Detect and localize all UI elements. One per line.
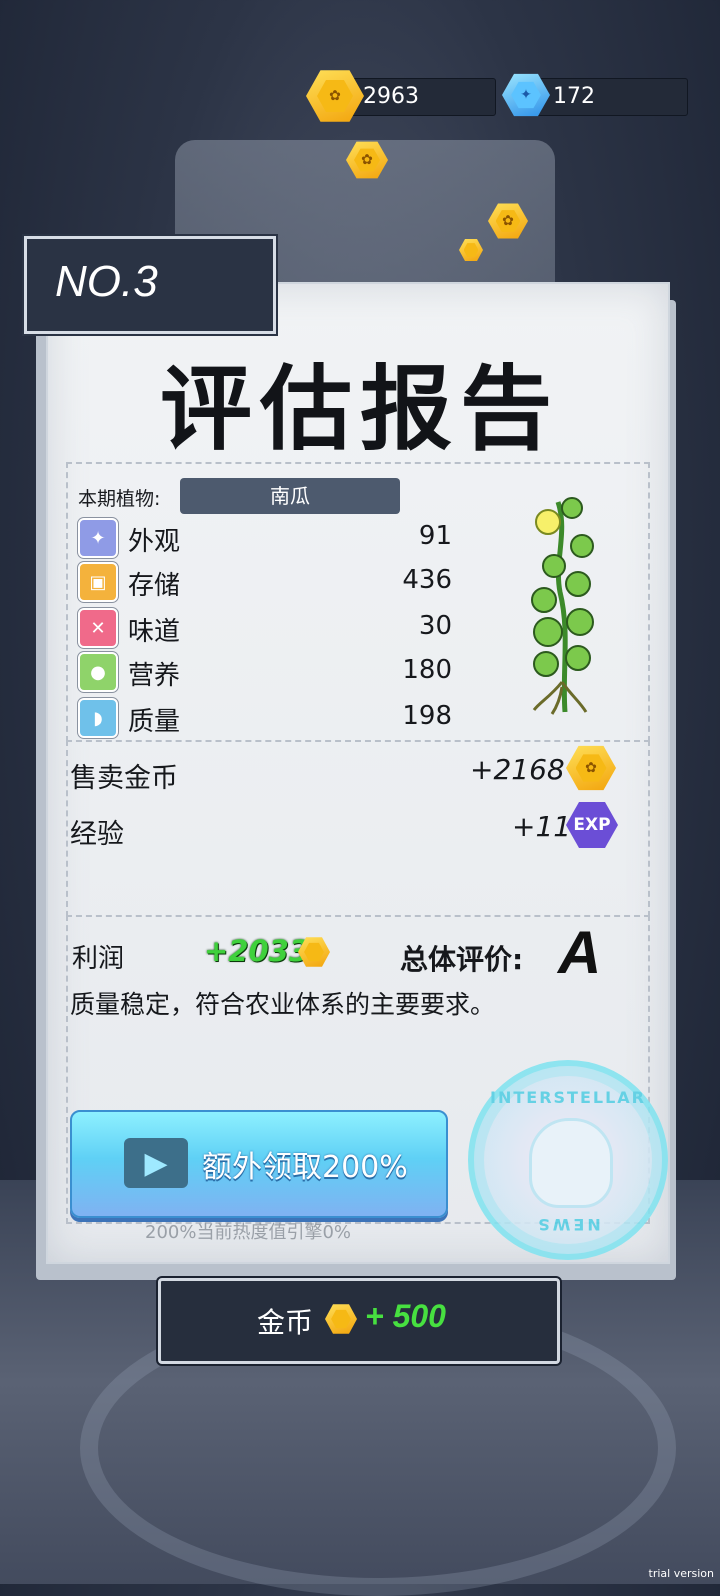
plant-label: 本期植物:	[78, 488, 161, 510]
video-button-label: 额外领取200%	[202, 1150, 408, 1185]
coin-icon: ✿	[566, 744, 616, 792]
stat-value: 30	[418, 611, 452, 641]
stat-row-storage: ▣ 存储 436	[78, 562, 458, 602]
trial-watermark: trial version	[648, 1567, 714, 1580]
plant-name: 南瓜	[180, 478, 400, 514]
flying-coin-icon	[459, 238, 483, 262]
profit-value: +2033	[204, 934, 310, 968]
pumpkin-plant-icon	[531, 497, 594, 715]
reward-value: + 500	[365, 1298, 446, 1334]
coin-count: 2963	[363, 84, 419, 109]
coin-icon	[325, 1303, 357, 1335]
coin-icon: ✿	[306, 68, 364, 124]
stat-value: 436	[402, 565, 452, 595]
muscle-icon: ◗	[78, 698, 118, 738]
stamp-bottom-text: NEWS	[535, 1215, 601, 1234]
sell-label: 售卖金币	[70, 763, 178, 794]
stat-value: 198	[402, 701, 452, 731]
flying-coin-icon: ✿	[346, 140, 388, 180]
flying-coin-icon: ✿	[488, 202, 528, 240]
report-title: 评估报告	[159, 356, 560, 463]
stat-label: 质量	[128, 707, 181, 737]
exp-label: 经验	[70, 819, 124, 850]
reward-label: 金币	[257, 1306, 314, 1339]
sparkle-icon: ✦	[78, 518, 118, 558]
interstellar-news-stamp: INTERSTELLAR NEWS	[468, 1060, 668, 1260]
alien-mascot-icon	[529, 1118, 613, 1208]
report-number-tag: NO.3	[24, 236, 276, 334]
collect-gold-button[interactable]: 金币 + 500	[158, 1278, 560, 1364]
stat-row-taste: ✕ 味道 30	[78, 608, 458, 648]
stat-value: 91	[418, 521, 452, 551]
utensils-icon: ✕	[78, 608, 118, 648]
box-icon: ▣	[78, 562, 118, 602]
stat-label: 外观	[128, 527, 181, 557]
exp-value: +11	[512, 810, 572, 843]
grade-label: 总体评价:	[400, 943, 524, 976]
coin-icon	[298, 936, 330, 968]
grade-value: A	[558, 919, 602, 986]
stat-row-quality: ◗ 质量 198	[78, 698, 458, 738]
nutrition-icon: ●	[78, 652, 118, 692]
heat-note: 200%当前热度值引擎0%	[145, 1222, 352, 1243]
stat-label: 存储	[128, 571, 181, 601]
watch-video-bonus-button[interactable]: ▶ 额外领取200%	[70, 1110, 448, 1218]
stat-value: 180	[402, 655, 452, 685]
gem-counter: 172	[530, 78, 688, 116]
stat-label: 营养	[128, 661, 181, 691]
sell-value: +2168	[470, 753, 565, 786]
stat-row-nutrition: ● 营养 180	[78, 652, 458, 692]
stat-label: 味道	[128, 617, 181, 647]
profit-label: 利润	[72, 944, 125, 974]
report-number: NO.3	[55, 257, 158, 306]
evaluation-comment: 质量稳定，符合农业体系的主要要求。	[70, 990, 496, 1019]
stamp-top-text: INTERSTELLAR	[490, 1088, 646, 1107]
gem-icon: ✦	[502, 72, 550, 118]
stat-row-appearance: ✦ 外观 91	[78, 518, 458, 558]
gem-count: 172	[553, 84, 595, 109]
video-play-icon: ▶	[124, 1138, 188, 1188]
